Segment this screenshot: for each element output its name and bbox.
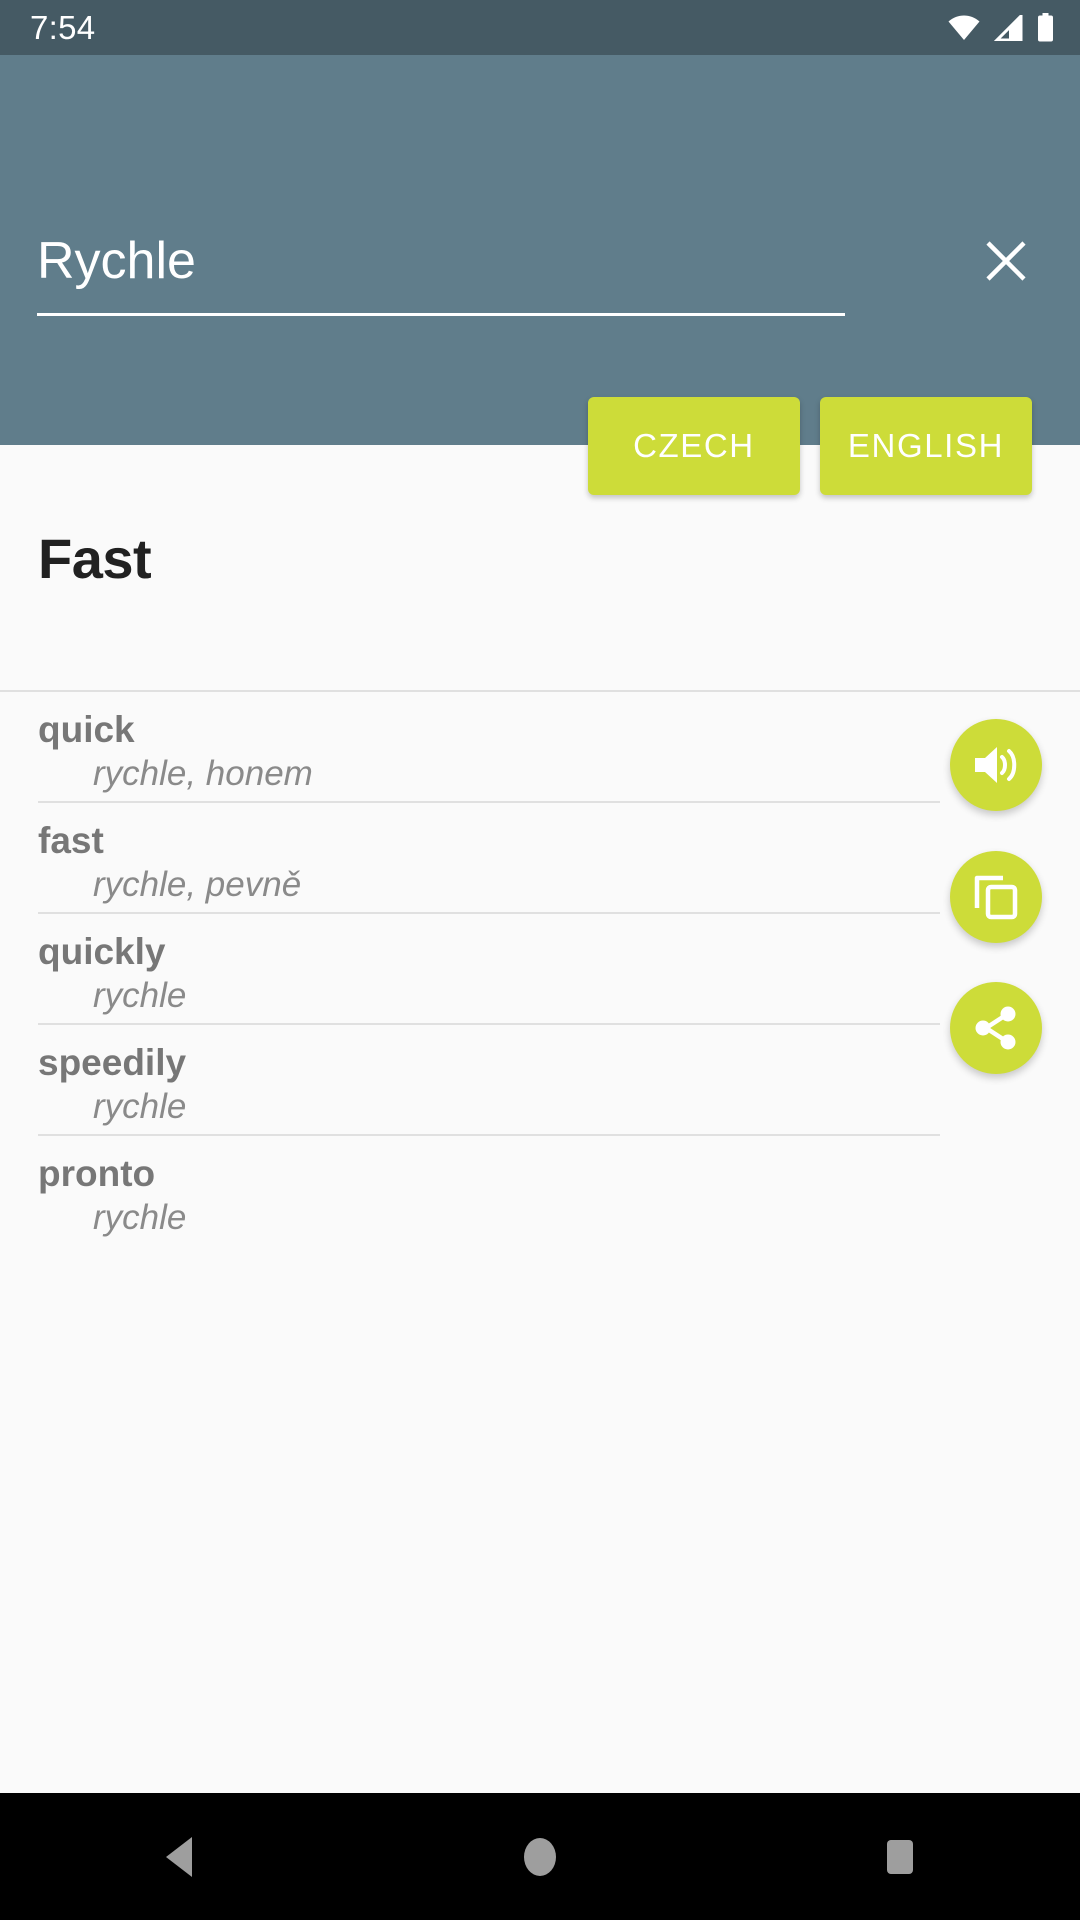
share-icon [973, 1005, 1019, 1051]
translation-definition: rychle, pevně [93, 864, 302, 904]
translation-definition: rychle [93, 1197, 187, 1237]
copy-button[interactable] [950, 851, 1042, 943]
results-panel: Fast quick rychle, honem fast rychle, pe… [0, 445, 1080, 1793]
translation-definition: rychle [93, 975, 187, 1015]
translation-list: quick rychle, honem fast rychle, pevně q… [0, 692, 940, 1247]
system-nav-bar [0, 1793, 1080, 1920]
nav-back-button[interactable] [0, 1793, 360, 1920]
volume-up-icon [971, 743, 1021, 787]
home-circle-icon [520, 1834, 560, 1880]
speak-button[interactable] [950, 719, 1042, 811]
translation-definition: rychle, honem [93, 753, 313, 793]
status-bar: 7:54 [0, 0, 1080, 55]
list-item[interactable]: fast rychle, pevně [0, 803, 940, 914]
app-header [0, 55, 1080, 445]
list-item[interactable]: quickly rychle [0, 914, 940, 1025]
nav-recents-button[interactable] [720, 1793, 1080, 1920]
language-toggle-group: CZECH ENGLISH [0, 397, 1080, 495]
close-icon [981, 236, 1031, 289]
copy-icon [973, 874, 1019, 920]
translation-term: quick [38, 709, 135, 750]
list-item[interactable]: quick rychle, honem [0, 692, 940, 803]
wifi-icon [947, 15, 981, 41]
list-item[interactable]: pronto rychle [0, 1136, 940, 1247]
search-input[interactable] [37, 234, 969, 303]
nav-home-button[interactable] [360, 1793, 720, 1920]
english-button[interactable]: ENGLISH [819, 397, 1032, 495]
translation-term: speedily [38, 1042, 187, 1083]
search-bar [37, 225, 1043, 303]
list-item[interactable]: speedily rychle [0, 1025, 940, 1136]
status-bar-icons [947, 13, 1054, 42]
result-title: Fast [38, 527, 152, 590]
translation-term: fast [38, 820, 104, 861]
translation-term: quickly [38, 931, 166, 972]
czech-button[interactable]: CZECH [587, 397, 800, 495]
translation-term: pronto [38, 1153, 156, 1194]
clear-search-button[interactable] [969, 225, 1043, 299]
search-underline [37, 313, 845, 316]
back-triangle-icon [160, 1834, 200, 1880]
share-button[interactable] [950, 982, 1042, 1074]
status-bar-clock: 7:54 [30, 9, 96, 46]
battery-icon [1037, 13, 1054, 42]
translation-definition: rychle [93, 1086, 187, 1126]
cell-signal-icon [994, 14, 1024, 41]
recents-square-icon [880, 1834, 920, 1880]
